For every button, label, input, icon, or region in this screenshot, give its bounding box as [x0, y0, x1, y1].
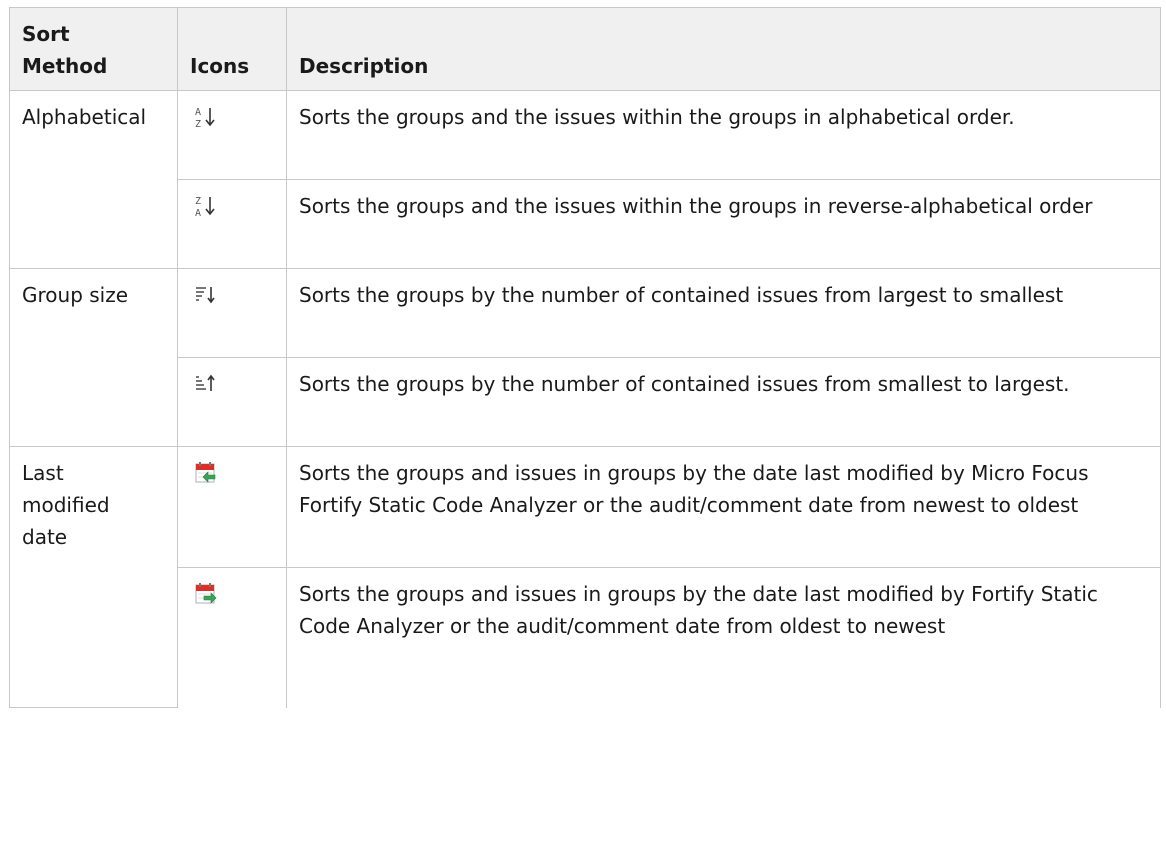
sort-methods-table: Sort Method Icons Description Alphabetic…	[9, 7, 1161, 708]
svg-text:A: A	[195, 107, 201, 118]
method-cell-group-size: Group size	[9, 268, 178, 447]
description-cell: Sorts the groups and issues in groups by…	[286, 567, 1161, 708]
description-cell: Sorts the groups and the issues within t…	[286, 90, 1161, 180]
sort-z-a-icon[interactable]: Z A	[194, 194, 218, 218]
method-cell-last-modified-date: Last modified date	[9, 446, 178, 708]
description-cell: Sorts the groups by the number of contai…	[286, 268, 1161, 358]
svg-text:A: A	[195, 208, 201, 218]
table-header-row: Sort Method Icons Description	[9, 7, 1161, 91]
table-row: Sorts the groups by the number of contai…	[10, 357, 1161, 447]
header-sort-method: Sort Method	[9, 7, 178, 91]
method-cell-alphabetical: Alphabetical	[9, 90, 178, 269]
table-row: Group size Sorts the groups by the numbe…	[9, 268, 1161, 447]
description-cell: Sorts the groups and the issues within t…	[286, 179, 1161, 269]
svg-text:Z: Z	[195, 119, 201, 129]
table-row: Last modified date Sorts the groups and …	[9, 446, 1161, 708]
calendar-oldest-first-icon[interactable]	[194, 582, 218, 606]
sort-a-z-icon[interactable]: A Z	[194, 105, 218, 129]
header-description: Description	[286, 7, 1161, 91]
calendar-newest-first-icon[interactable]	[194, 461, 218, 485]
sort-size-descending-icon[interactable]	[194, 283, 218, 307]
sort-size-ascending-icon[interactable]	[194, 372, 218, 396]
table-row: Z A Sorts the groups and the issues with…	[10, 179, 1161, 269]
svg-text:Z: Z	[195, 196, 201, 207]
table-row: Alphabetical A Z Sorts the groups and th…	[9, 90, 1161, 269]
table-row: Sorts the groups and issues in groups by…	[10, 567, 1161, 708]
header-icons: Icons	[177, 7, 287, 91]
description-cell: Sorts the groups and issues in groups by…	[286, 446, 1161, 568]
description-cell: Sorts the groups by the number of contai…	[286, 357, 1161, 447]
